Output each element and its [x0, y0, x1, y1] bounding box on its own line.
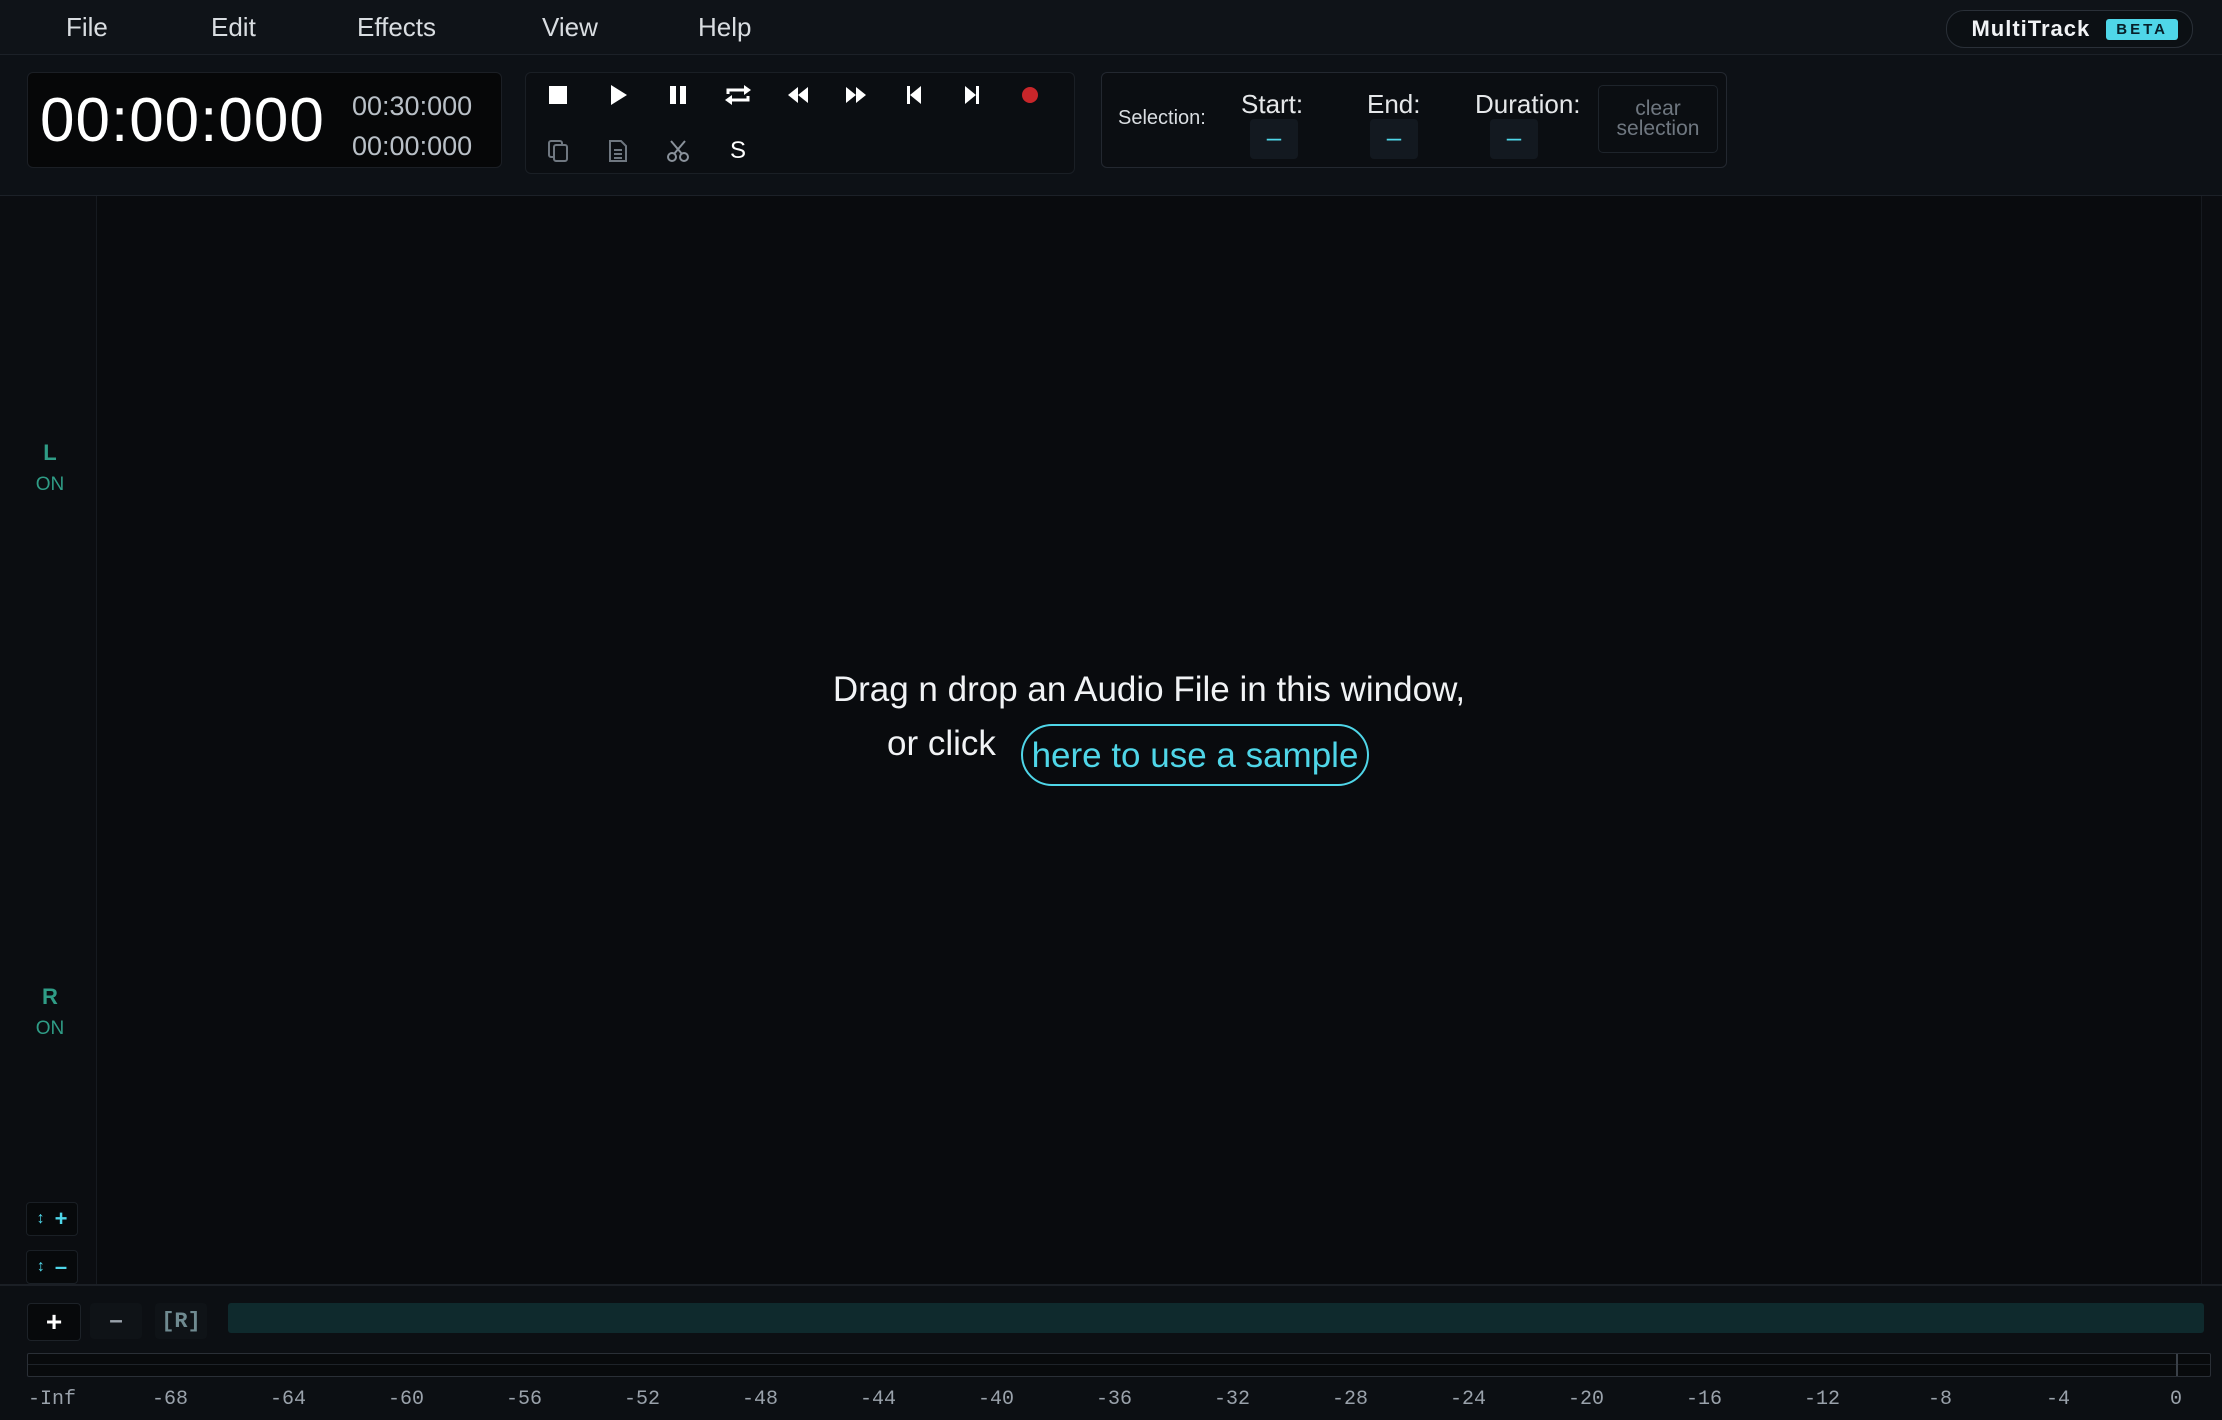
- db-scale-label: -16: [1685, 1388, 1723, 1411]
- skip-to-start-button[interactable]: [892, 73, 936, 117]
- db-scale-label: -4: [2045, 1388, 2071, 1411]
- paste-button[interactable]: [596, 129, 640, 173]
- menu-edit[interactable]: Edit: [211, 12, 256, 43]
- use-sample-button[interactable]: here to use a sample: [1021, 724, 1369, 786]
- db-scale-label: -32: [1213, 1388, 1251, 1411]
- record-button[interactable]: [1008, 73, 1052, 117]
- copy-icon: [548, 140, 568, 162]
- db-scale-label: -12: [1803, 1388, 1841, 1411]
- cut-button[interactable]: [656, 129, 700, 173]
- left-channel-state: ON: [35, 474, 65, 495]
- current-time: 00:00:000: [40, 86, 325, 155]
- db-scale-label: -52: [623, 1388, 661, 1411]
- db-scale-label: -48: [741, 1388, 779, 1411]
- menu-view[interactable]: View: [542, 12, 598, 43]
- start-label: Start:: [1241, 89, 1304, 119]
- rewind-button[interactable]: [776, 73, 820, 117]
- vertical-zoom-in-button[interactable]: ↕ +: [26, 1202, 78, 1236]
- duration-value[interactable]: –: [1490, 119, 1538, 159]
- meter-zero-marker: [2176, 1354, 2178, 1376]
- beta-badge: BETA: [2106, 18, 2178, 40]
- loop-button[interactable]: [716, 73, 760, 117]
- menu-effects[interactable]: Effects: [357, 12, 436, 43]
- start-value[interactable]: –: [1250, 119, 1298, 159]
- selection-time: 00:00:000: [352, 131, 473, 161]
- clear-selection-label-1: clear: [1635, 97, 1681, 120]
- vertical-arrows-icon: ↕: [36, 1210, 45, 1227]
- db-scale-label: -28: [1331, 1388, 1369, 1411]
- db-scale-label: -40: [977, 1388, 1015, 1411]
- zoom-out-button[interactable]: –: [90, 1303, 142, 1339]
- fast-forward-icon: [846, 87, 866, 103]
- level-meter: [27, 1353, 2211, 1377]
- pause-button[interactable]: [656, 73, 700, 117]
- record-icon: [1022, 87, 1038, 103]
- bottom-bar: + – [R] -Inf -68 -64 -60 -56 -52 -48 -44 -40 -36-…: [0, 1284, 2222, 1420]
- menu-bar: File Edit Effects View Help MultiTrack B…: [0, 0, 2222, 55]
- duration-label: Duration:: [1475, 89, 1581, 119]
- right-edge-strip: [2201, 196, 2222, 1284]
- selection-panel: Selection: Start: – End: – Duration: – c…: [1101, 72, 1727, 168]
- scissors-icon: [667, 140, 689, 162]
- db-scale-label: -44: [859, 1388, 897, 1411]
- time-display: 00:00:000 00:30:000 00:00:000: [27, 72, 502, 168]
- db-scale-label: -36: [1095, 1388, 1133, 1411]
- db-scale-label: -68: [151, 1388, 189, 1411]
- pause-icon: [670, 86, 686, 104]
- db-scale-label: 0: [2169, 1388, 2183, 1411]
- zoom-in-button[interactable]: +: [27, 1303, 81, 1341]
- left-channel-toggle[interactable]: L: [0, 440, 100, 466]
- menu-help[interactable]: Help: [698, 12, 751, 43]
- db-scale-label: -Inf: [27, 1388, 77, 1411]
- skip-to-end-button[interactable]: [950, 73, 994, 117]
- app-name: MultiTrack: [1971, 16, 2091, 41]
- horizontal-scrollbar[interactable]: [228, 1303, 2204, 1333]
- drop-instruction-or-click: or click: [887, 724, 996, 763]
- skip-to-start-icon: [907, 86, 921, 104]
- end-value[interactable]: –: [1370, 119, 1418, 159]
- transport-controls: S: [525, 72, 1075, 174]
- skip-to-end-icon: [965, 86, 979, 104]
- silence-button[interactable]: S: [716, 129, 760, 173]
- meter-track: [28, 1364, 2210, 1365]
- reset-zoom-button[interactable]: [R]: [155, 1303, 207, 1339]
- drop-instruction: Drag n drop an Audio File in this window…: [832, 670, 1466, 709]
- stop-button[interactable]: [536, 73, 580, 117]
- vertical-zoom-out-button[interactable]: ↕ –: [26, 1250, 78, 1284]
- menu-file[interactable]: File: [66, 12, 108, 43]
- db-scale-label: -24: [1449, 1388, 1487, 1411]
- loop-icon: [725, 85, 751, 105]
- play-icon: [611, 85, 627, 105]
- db-scale-label: -60: [387, 1388, 425, 1411]
- selection-label: Selection:: [1118, 107, 1206, 129]
- fast-forward-button[interactable]: [834, 73, 878, 117]
- rewind-icon: [788, 87, 808, 103]
- db-scale-label: -8: [1927, 1388, 1953, 1411]
- right-channel-toggle[interactable]: R: [0, 984, 100, 1010]
- plus-icon: +: [54, 1206, 68, 1231]
- stop-icon: [549, 86, 567, 104]
- right-channel-state: ON: [35, 1018, 65, 1039]
- app-brand: MultiTrack BETA: [1946, 10, 2193, 48]
- clear-selection-button[interactable]: clear selection: [1598, 85, 1718, 153]
- waveform-drop-area[interactable]: Drag n drop an Audio File in this window…: [97, 196, 2201, 1284]
- paste-icon: [609, 140, 627, 162]
- db-scale-label: -64: [269, 1388, 307, 1411]
- db-scale-label: -20: [1567, 1388, 1605, 1411]
- copy-button[interactable]: [536, 129, 580, 173]
- play-button[interactable]: [596, 73, 640, 117]
- channel-column: L ON R ON ↕ + ↕ –: [0, 196, 97, 1284]
- db-scale-label: -56: [505, 1388, 543, 1411]
- minus-icon: –: [54, 1254, 68, 1279]
- end-label: End:: [1367, 89, 1421, 119]
- total-time: 00:30:000: [352, 91, 473, 121]
- clear-selection-label-2: selection: [1616, 117, 1700, 140]
- vertical-arrows-icon: ↕: [36, 1258, 45, 1275]
